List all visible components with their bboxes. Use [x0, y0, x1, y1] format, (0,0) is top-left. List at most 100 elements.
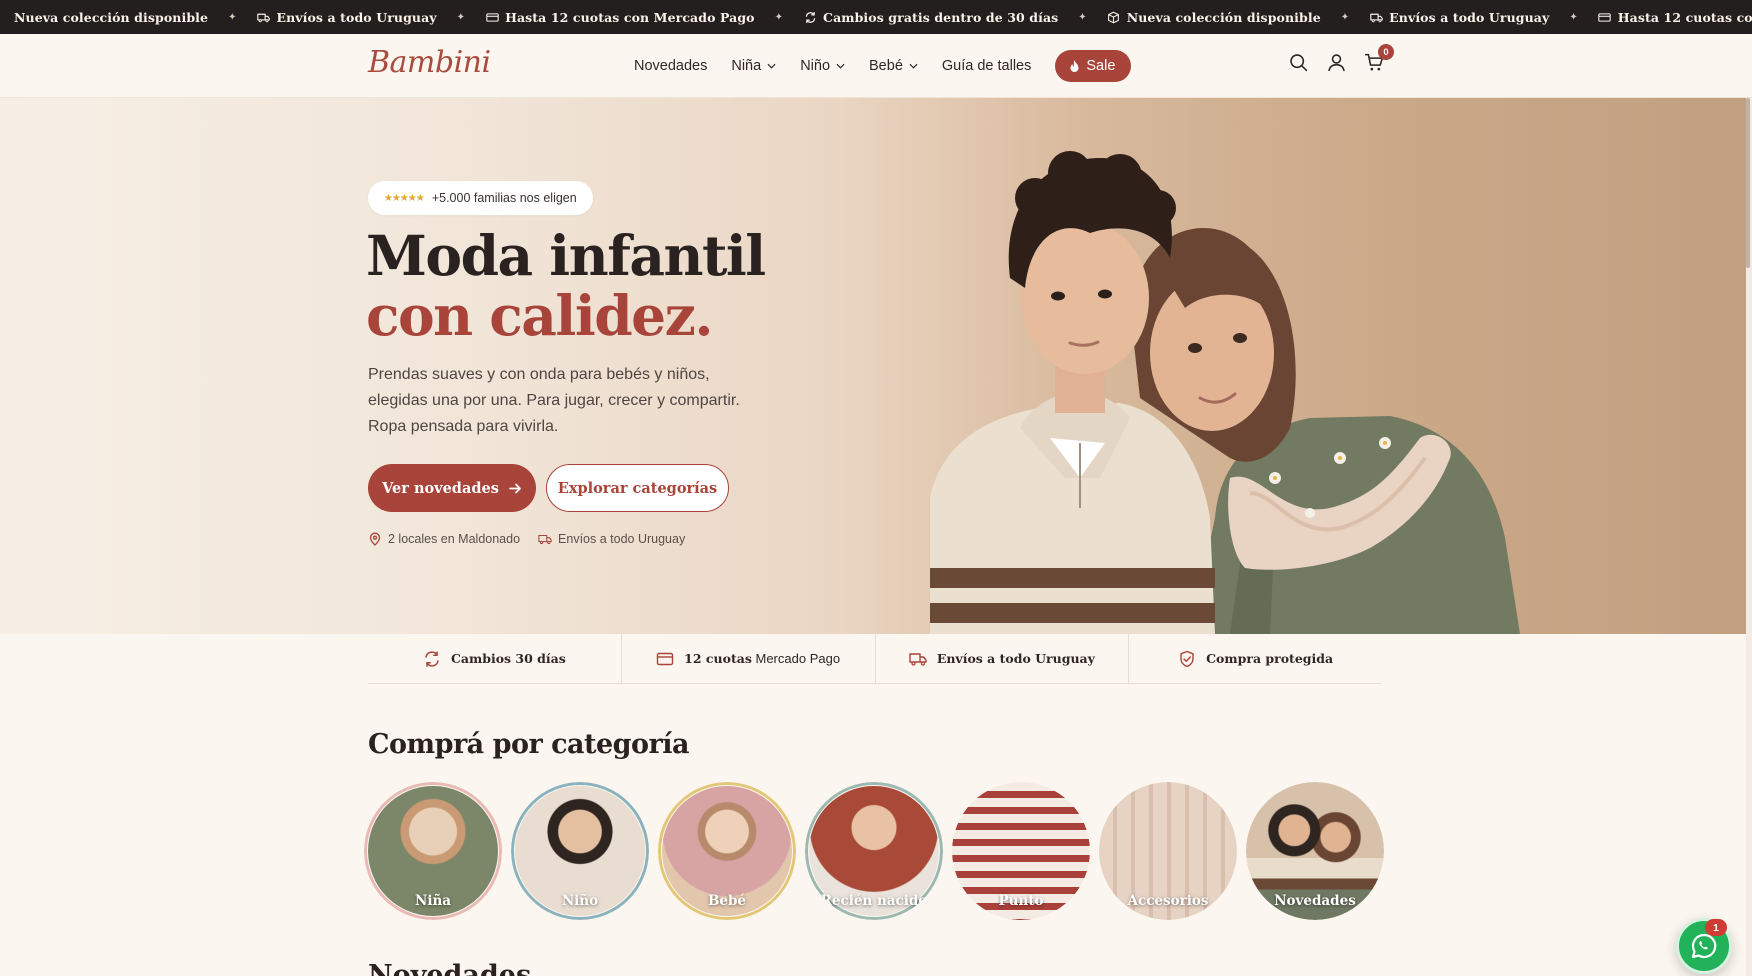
announcement-text: Hasta 12 cuotas con Mercado Pago [1617, 9, 1752, 25]
nav-nino[interactable]: Niño [800, 58, 845, 74]
truck-icon [538, 534, 552, 545]
search-button[interactable] [1288, 52, 1310, 74]
header-actions: 0 [1288, 44, 1394, 74]
page-scrollbar[interactable] [1746, 98, 1752, 976]
announcement-text: Envíos a todo Uruguay [276, 9, 437, 25]
truck-icon [909, 652, 927, 666]
logo[interactable]: Bambini [368, 45, 491, 80]
category-nina-label: Niña [414, 893, 452, 909]
trust-bar: Cambios 30 días 12 cuotas Mercado Pago E… [368, 634, 1382, 684]
announcement-item: Nueva colección disponible [0, 10, 222, 25]
nav-nina-label: Niña [731, 58, 762, 74]
account-button[interactable] [1326, 52, 1348, 74]
rating-text: +5.000 familias nos eligen [431, 191, 577, 205]
card-icon [485, 11, 499, 23]
explorar-categorias-button[interactable]: Explorar categorías [546, 464, 729, 512]
box-icon [1107, 11, 1121, 23]
whatsapp-icon [1691, 933, 1717, 959]
sparkle-separator-icon: ✦ [228, 11, 237, 23]
announcement-bar: Nueva colección disponible ✦ Envíos a todo… [0, 0, 1752, 34]
hero-title-line2: con calidez. [366, 283, 714, 348]
announcement-item: Cambios gratis dentro de 30 días [789, 10, 1072, 25]
nav-guia-talles[interactable]: Guía de talles [942, 58, 1031, 74]
hero-lead: Prendas suaves y con onda para bebés y n… [368, 366, 740, 435]
novedades-section-title: Novedades [368, 960, 532, 976]
sparkle-separator-icon: ✦ [1569, 11, 1578, 23]
cart-button[interactable]: 0 [1364, 44, 1394, 74]
sale-button[interactable]: Sale [1055, 50, 1132, 82]
category-nino-label: Niño [561, 893, 599, 909]
trust-protected-label: Compra protegida [1206, 651, 1334, 666]
category-nino[interactable]: Niño [511, 782, 649, 920]
categories-title: Comprá por categoría [368, 729, 690, 760]
map-pin-icon [369, 532, 381, 546]
category-novedades-label: Novedades [1274, 893, 1356, 909]
whatsapp-badge: 1 [1705, 919, 1727, 936]
trust-protected: Compra protegida [1129, 634, 1382, 683]
locations-text: 2 locales en Maldonado [388, 532, 521, 546]
sparkle-separator-icon: ✦ [774, 11, 784, 23]
chevron-down-icon [909, 63, 918, 69]
arrow-right-icon [509, 483, 521, 493]
announcement-track: Nueva colección disponible ✦ Envíos a todo… [0, 0, 1752, 34]
announcement-item: Hasta 12 cuotas con Mercado Pago [1584, 10, 1752, 25]
trust-installments: 12 cuotas Mercado Pago [622, 634, 876, 683]
flame-icon [1070, 59, 1079, 72]
category-recien-nacido[interactable]: Recién nacido [805, 782, 943, 920]
rating-badge: ★★★★★ +5.000 familias nos eligen [368, 181, 593, 215]
locations-info: 2 locales en Maldonado [368, 532, 520, 546]
trust-installments-rest: Mercado Pago [755, 651, 841, 666]
shield-check-icon [1180, 650, 1194, 667]
sparkle-separator-icon: ✦ [1340, 11, 1350, 23]
category-recien-nacido-label: Recién nacido [820, 893, 928, 909]
nav-nino-label: Niño [800, 58, 831, 74]
announcement-text: Nueva colección disponible [1126, 9, 1321, 25]
ver-novedades-button[interactable]: Ver novedades [368, 464, 536, 512]
announcement-text: Cambios gratis dentro de 30 días [823, 9, 1059, 25]
hero-children-image [930, 151, 1520, 634]
trust-exchange: Cambios 30 días [368, 634, 622, 683]
category-bebe-label: Bebé [707, 893, 747, 909]
trust-installments-bold: 12 cuotas [684, 651, 752, 666]
trust-exchange-label: Cambios 30 días [450, 651, 566, 666]
search-icon [1290, 54, 1308, 72]
announcement-text: Hasta 12 cuotas con Mercado Pago [505, 9, 755, 25]
nav-novedades[interactable]: Novedades [634, 58, 707, 74]
rating-stars: ★★★★★ [384, 192, 425, 204]
category-punto-label: Punto [998, 893, 1044, 909]
truck-icon [1369, 11, 1383, 23]
nav-nina[interactable]: Niña [731, 58, 776, 74]
hero-section: ★★★★★ +5.000 familias nos eligen Moda in… [0, 98, 1746, 634]
announcement-item: Hasta 12 cuotas con Mercado Pago [471, 10, 769, 25]
announcement-item: Envíos a todo Uruguay [242, 10, 450, 25]
category-accesorios[interactable]: Accesorios [1099, 782, 1237, 920]
ver-novedades-label: Ver novedades [382, 479, 499, 497]
category-nina[interactable]: Niña [364, 782, 502, 920]
nav-guia-label: Guía de talles [941, 58, 1032, 74]
scrollbar-thumb[interactable] [1746, 98, 1750, 268]
trust-shipping-label: Envíos a todo Uruguay [936, 651, 1095, 666]
trust-shipping: Envíos a todo Uruguay [876, 634, 1130, 683]
shipping-text: Envíos a todo Uruguay [558, 532, 686, 546]
card-icon [1598, 11, 1612, 23]
category-accesorios-label: Accesorios [1127, 893, 1209, 909]
announcement-item: Envíos a todo Uruguay [1355, 10, 1563, 25]
category-punto[interactable]: Punto [952, 782, 1090, 920]
hero-title-line1: Moda infantil [366, 223, 766, 288]
nav-bebe[interactable]: Bebé [869, 58, 918, 74]
announcement-item: Nueva colección disponible [1093, 10, 1335, 25]
site-header: Bambini Novedades Niña Niño Bebé Guía de… [0, 34, 1752, 98]
credit-card-icon [656, 652, 674, 665]
categories-list: Niña Niño Bebé Recién nacido Punto Acces… [364, 782, 1384, 920]
shipping-info: Envíos a todo Uruguay [538, 532, 685, 546]
explorar-categorias-label: Explorar categorías [557, 479, 718, 497]
nav-novedades-label: Novedades [634, 58, 708, 74]
chevron-down-icon [836, 63, 845, 69]
announcement-text: Nueva colección disponible [14, 9, 209, 25]
refresh-icon [803, 11, 817, 23]
sparkle-separator-icon: ✦ [1078, 11, 1087, 23]
user-icon [1328, 54, 1345, 72]
category-novedades[interactable]: Novedades [1246, 782, 1384, 920]
sparkle-separator-icon: ✦ [456, 11, 466, 23]
category-bebe[interactable]: Bebé [658, 782, 796, 920]
